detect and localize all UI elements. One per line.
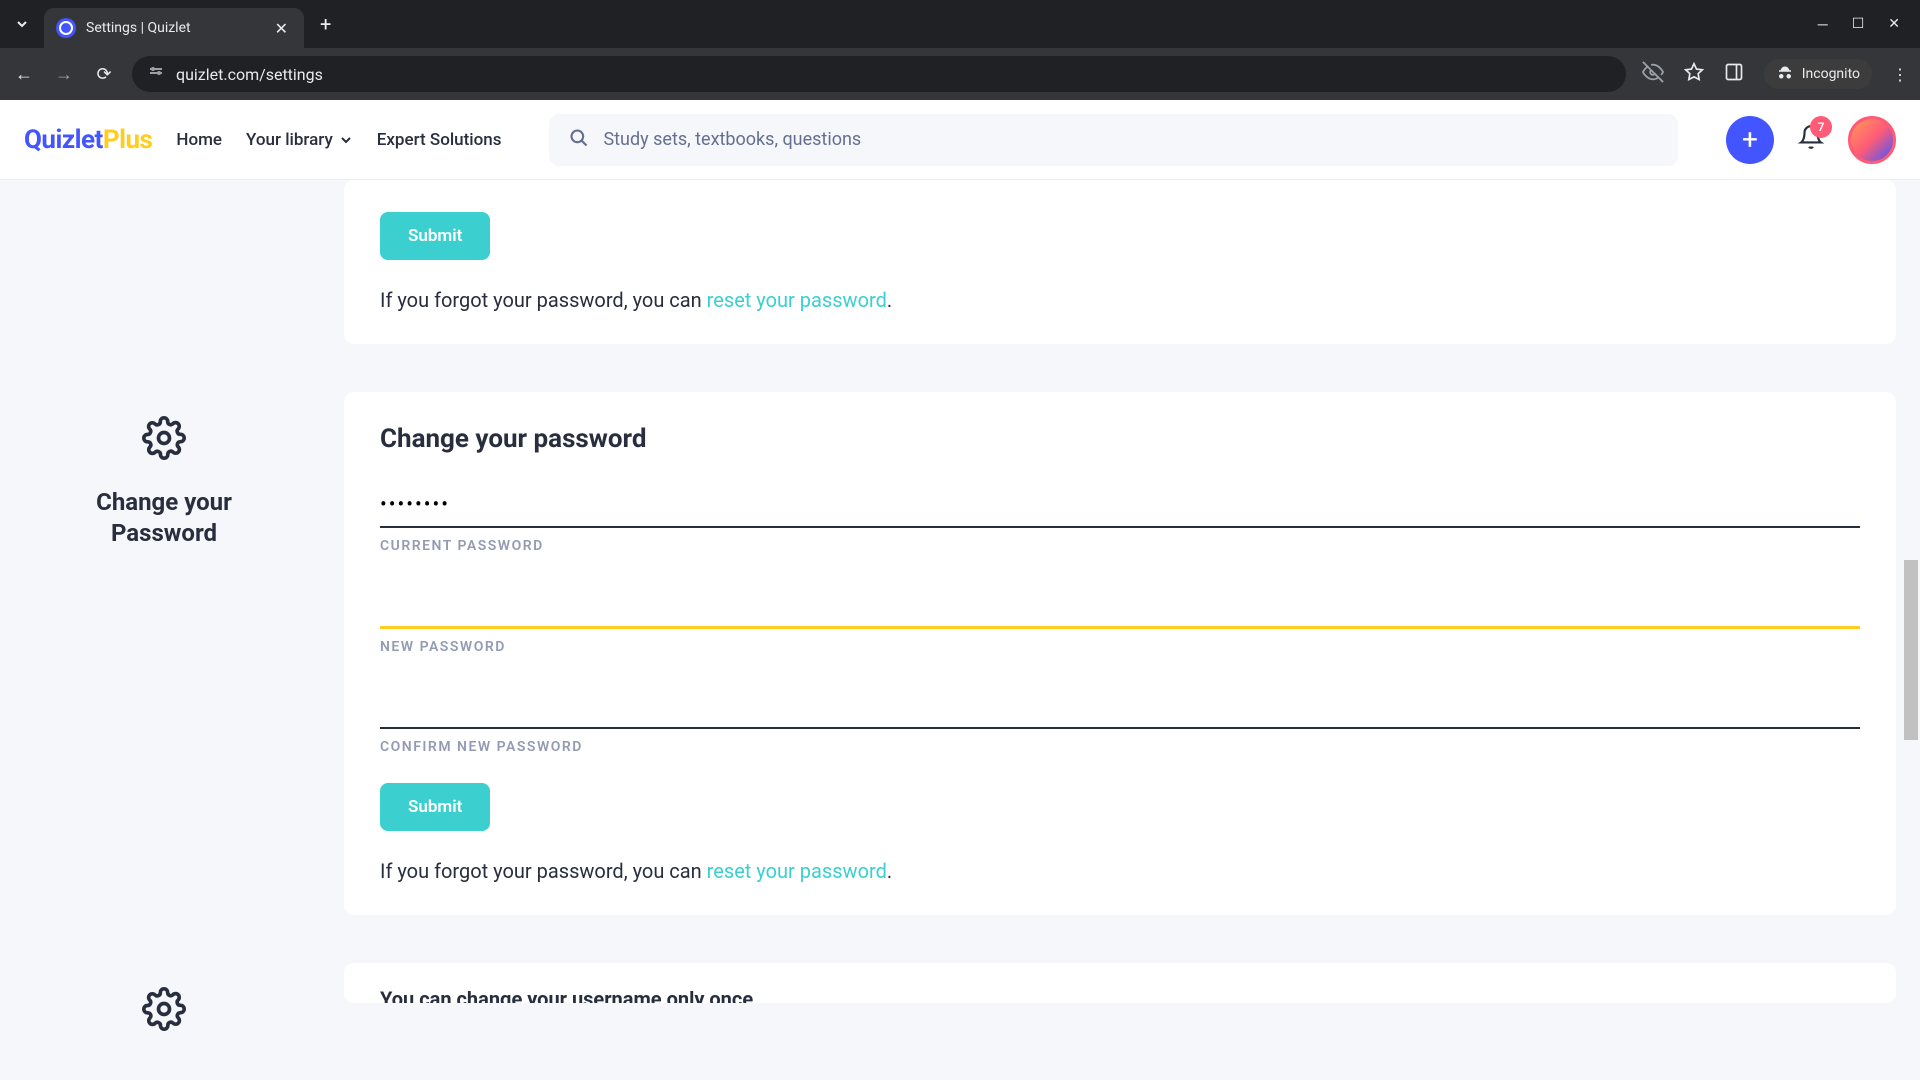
maximize-button[interactable]: ☐	[1852, 16, 1865, 33]
incognito-label: Incognito	[1802, 66, 1860, 82]
current-password-label: CURRENT PASSWORD	[380, 538, 1860, 554]
new-tab-button[interactable]: +	[304, 12, 347, 36]
nav-home[interactable]: Home	[176, 130, 222, 150]
chevron-down-icon	[339, 133, 353, 147]
site-info-icon[interactable]	[148, 64, 164, 84]
quizlet-logo[interactable]: QuizletPlus	[24, 125, 152, 155]
section-sidebar-label: Change your Password	[24, 392, 304, 915]
incognito-badge[interactable]: Incognito	[1764, 59, 1872, 89]
change-password-card: Change your password CURRENT PASSWORD NE…	[344, 392, 1896, 915]
reset-password-link[interactable]: reset your password	[707, 288, 887, 312]
new-password-input[interactable]	[380, 582, 1860, 629]
forgot-password-text: If you forgot your password, you can res…	[380, 288, 1860, 312]
browser-tab[interactable]: Settings | Quizlet ✕	[44, 8, 304, 48]
reset-password-link[interactable]: reset your password	[707, 859, 887, 883]
search-icon	[569, 128, 589, 152]
url-text: quizlet.com/settings	[176, 65, 323, 84]
forgot-password-text: If you forgot your password, you can res…	[380, 859, 1860, 883]
confirm-password-label: CONFIRM NEW PASSWORD	[380, 739, 1860, 755]
favicon-icon	[56, 18, 76, 38]
browser-menu-icon[interactable]: ⋮	[1892, 65, 1908, 84]
page-content: QuizletPlus Home Your library Expert Sol…	[0, 100, 1920, 1080]
gear-icon	[142, 416, 186, 471]
scrollbar-track[interactable]	[1904, 180, 1918, 1080]
scrollbar-thumb[interactable]	[1904, 560, 1918, 740]
nav-expert-solutions[interactable]: Expert Solutions	[377, 130, 502, 150]
submit-button[interactable]: Submit	[380, 783, 490, 831]
eye-off-icon[interactable]	[1642, 61, 1664, 87]
side-panel-icon[interactable]	[1724, 62, 1744, 86]
card-heading: Change your password	[380, 424, 1860, 454]
back-button[interactable]: ←	[12, 64, 36, 85]
username-section-card: You can change your username only once	[344, 963, 1896, 1003]
create-button[interactable]: +	[1726, 116, 1774, 164]
confirm-password-input[interactable]	[380, 683, 1860, 729]
url-bar[interactable]: quizlet.com/settings	[132, 56, 1626, 92]
username-section-sidebar	[24, 963, 304, 1042]
site-header: QuizletPlus Home Your library Expert Sol…	[0, 100, 1920, 180]
browser-addressbar: ← → ⟳ quizlet.com/settings Incognito ⋮	[0, 48, 1920, 100]
notification-badge: 7	[1810, 116, 1832, 138]
search-bar[interactable]: Study sets, textbooks, questions	[549, 114, 1678, 166]
username-heading: You can change your username only once	[380, 987, 1860, 1003]
user-avatar[interactable]	[1848, 116, 1896, 164]
tab-search-dropdown[interactable]	[8, 10, 36, 38]
minimize-button[interactable]: ─	[1818, 16, 1828, 33]
reload-button[interactable]: ⟳	[92, 64, 116, 85]
current-password-input[interactable]	[380, 482, 1860, 528]
browser-titlebar: Settings | Quizlet ✕ + ─ ☐ ✕	[0, 0, 1920, 48]
bookmark-star-icon[interactable]	[1684, 62, 1704, 86]
gear-icon	[142, 987, 186, 1042]
search-placeholder: Study sets, textbooks, questions	[603, 129, 861, 150]
tab-close-button[interactable]: ✕	[271, 19, 292, 38]
tab-title: Settings | Quizlet	[86, 20, 271, 36]
notifications-button[interactable]: 7	[1798, 124, 1824, 156]
previous-section-card: Submit If you forgot your password, you …	[344, 180, 1896, 344]
submit-button[interactable]: Submit	[380, 212, 490, 260]
nav-your-library[interactable]: Your library	[246, 130, 353, 150]
window-controls: ─ ☐ ✕	[1818, 16, 1912, 33]
forward-button[interactable]: →	[52, 64, 76, 85]
new-password-label: NEW PASSWORD	[380, 639, 1860, 655]
close-window-button[interactable]: ✕	[1888, 16, 1900, 33]
